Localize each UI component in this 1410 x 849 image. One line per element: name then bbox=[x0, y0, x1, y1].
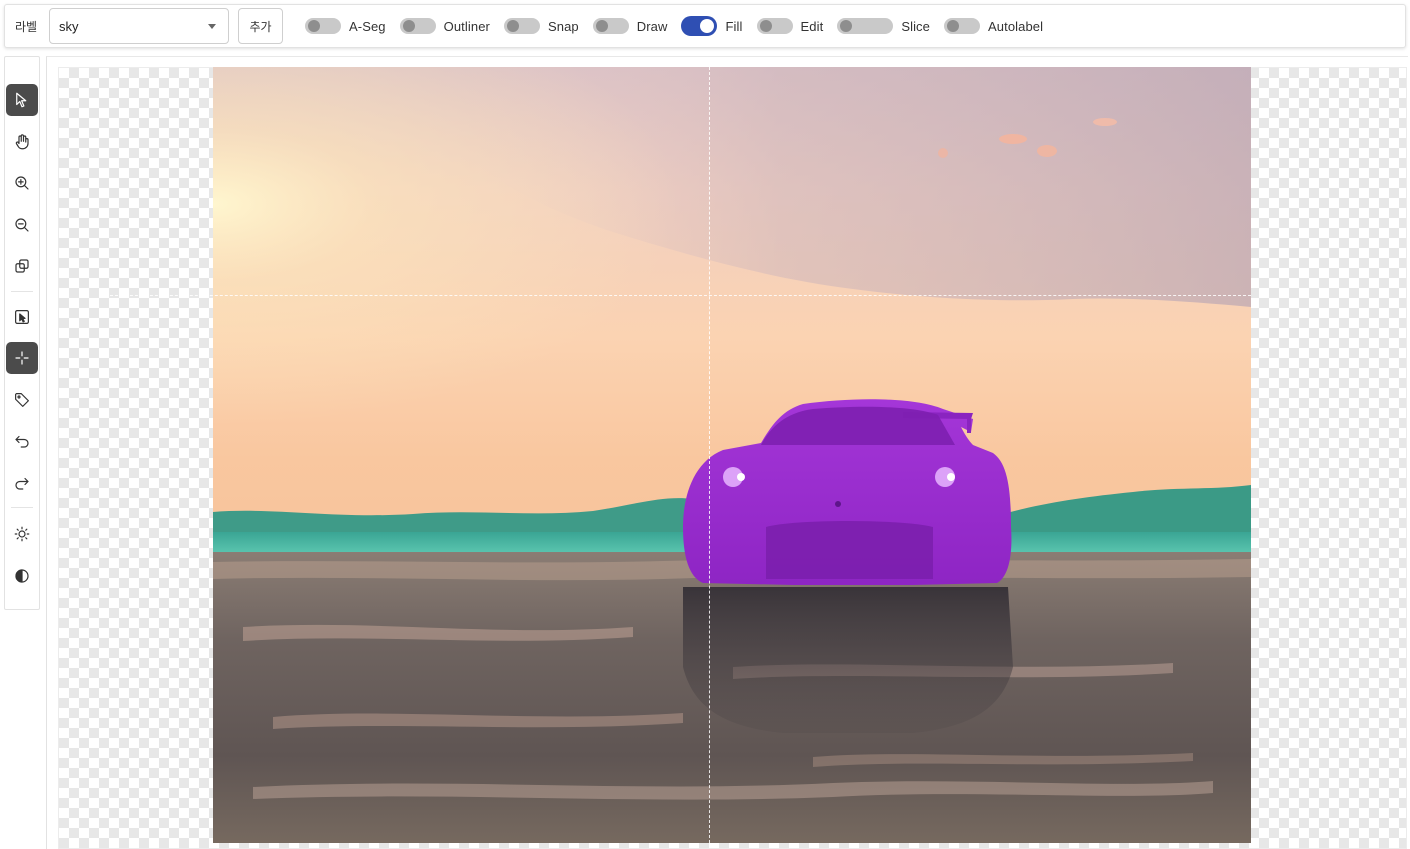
scene-image bbox=[213, 67, 1251, 843]
snap-switch[interactable] bbox=[503, 16, 540, 36]
toggle-a-seg[interactable]: A-Seg bbox=[305, 16, 386, 36]
undo-tool[interactable] bbox=[6, 425, 38, 457]
undo-icon bbox=[15, 435, 29, 448]
annotation-image[interactable] bbox=[213, 67, 1251, 843]
redo-tool[interactable] bbox=[6, 467, 38, 499]
tool-rail bbox=[4, 56, 40, 610]
crosshair-horizontal-guide bbox=[100, 295, 1251, 296]
toggle-label: Draw bbox=[636, 18, 668, 34]
redo-icon bbox=[15, 477, 29, 490]
crosshair-tool[interactable] bbox=[6, 342, 38, 374]
toggle-edit[interactable]: Edit bbox=[756, 16, 824, 36]
toggle-snap[interactable]: Snap bbox=[503, 16, 579, 36]
toggle-autolabel[interactable]: Autolabel bbox=[944, 16, 1043, 36]
contrast-tool[interactable] bbox=[6, 560, 38, 592]
draw-switch[interactable] bbox=[592, 16, 629, 36]
hand-icon bbox=[15, 134, 29, 150]
edit-switch[interactable] bbox=[756, 16, 793, 36]
toggle-draw[interactable]: Draw bbox=[592, 16, 668, 36]
toggle-label: Edit bbox=[800, 18, 824, 34]
label-select-value: sky bbox=[59, 18, 79, 34]
label-select[interactable]: sky bbox=[49, 8, 229, 44]
crosshair-vertical-guide bbox=[709, 67, 710, 843]
pointer-icon bbox=[16, 92, 27, 108]
add-label-button[interactable]: 추가 bbox=[238, 8, 283, 44]
toggle-fill[interactable]: Fill bbox=[681, 16, 742, 36]
crosshair-icon bbox=[15, 351, 29, 365]
chevron-down-icon bbox=[208, 24, 216, 29]
fill-switch[interactable] bbox=[681, 16, 718, 36]
toggle-outliner[interactable]: Outliner bbox=[399, 16, 490, 36]
toggle-label: Autolabel bbox=[988, 18, 1044, 34]
a-seg-switch[interactable] bbox=[305, 16, 341, 36]
zoom-out-icon bbox=[15, 218, 29, 232]
top-toolbar: 라벨 sky 추가 A-Seg Outliner Snap Draw Fill … bbox=[4, 4, 1406, 48]
select-box-icon bbox=[15, 310, 29, 324]
outliner-switch[interactable] bbox=[399, 16, 436, 36]
toggle-label: Fill bbox=[725, 18, 743, 34]
select-box-tool[interactable] bbox=[6, 301, 38, 333]
toggle-group: A-Seg Outliner Snap Draw Fill Edit Slice bbox=[305, 16, 1057, 36]
toggle-label: Snap bbox=[547, 18, 579, 34]
tag-tool[interactable] bbox=[6, 384, 38, 416]
autolabel-switch[interactable] bbox=[944, 16, 980, 36]
slice-switch[interactable] bbox=[837, 16, 894, 36]
contrast-icon bbox=[15, 569, 29, 583]
toggle-label: Outliner bbox=[443, 18, 490, 34]
toggle-slice[interactable]: Slice bbox=[837, 16, 930, 36]
tag-icon bbox=[15, 393, 29, 407]
toggle-label: Slice bbox=[901, 18, 930, 34]
zoom-in-icon bbox=[15, 176, 29, 190]
hand-tool[interactable] bbox=[6, 126, 38, 158]
zoom-in-tool[interactable] bbox=[6, 167, 38, 199]
copy-icon bbox=[15, 259, 29, 273]
zoom-out-tool[interactable] bbox=[6, 209, 38, 241]
label-caption: 라벨 bbox=[15, 19, 38, 34]
brightness-icon bbox=[14, 526, 30, 542]
copy-tool[interactable] bbox=[6, 250, 38, 282]
brightness-tool[interactable] bbox=[6, 518, 38, 550]
toggle-label: A-Seg bbox=[349, 18, 386, 34]
pointer-tool[interactable] bbox=[6, 84, 38, 116]
